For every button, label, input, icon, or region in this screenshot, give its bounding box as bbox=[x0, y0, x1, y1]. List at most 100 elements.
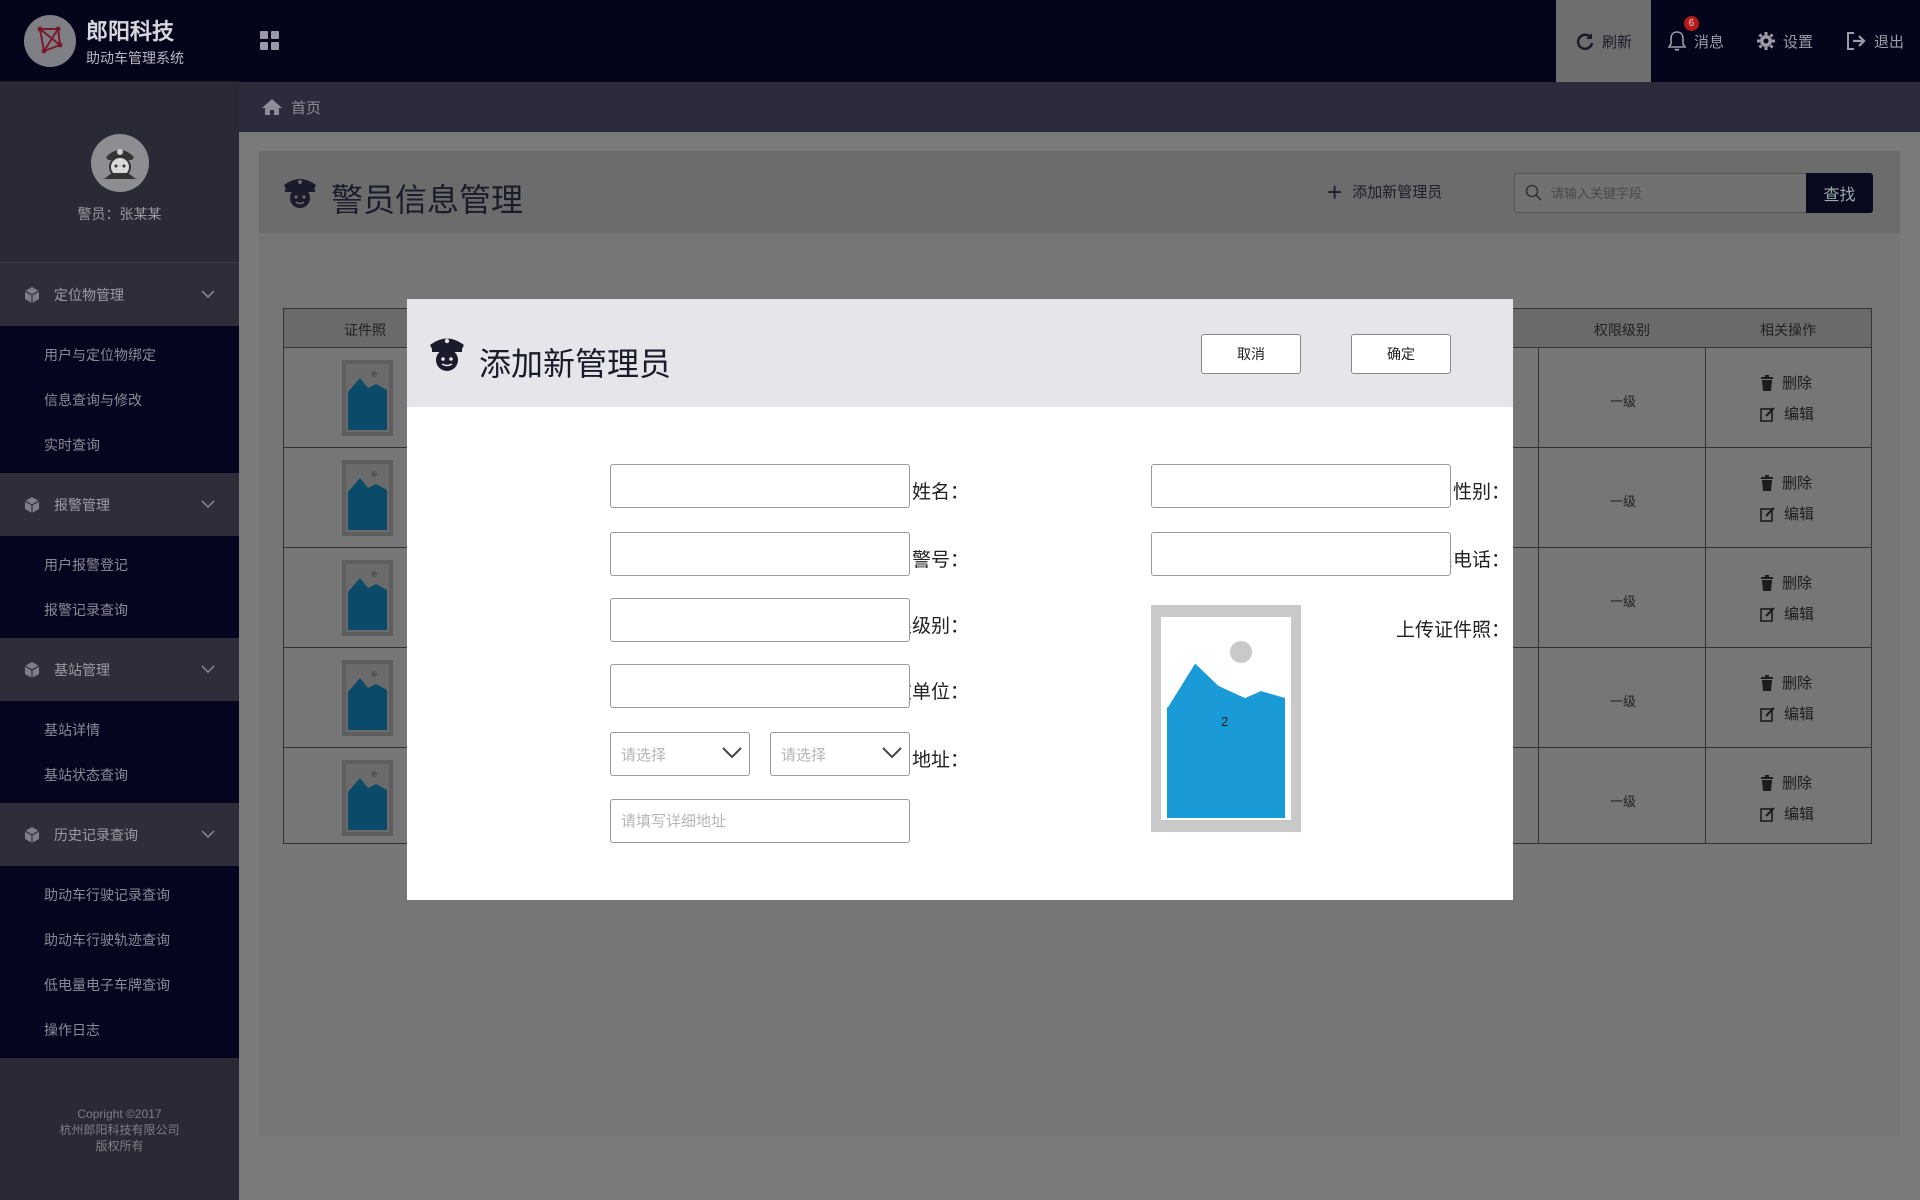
police-no-input[interactable] bbox=[611, 533, 909, 575]
chevron-down-icon bbox=[201, 665, 215, 674]
edit-button[interactable]: 编辑 bbox=[1760, 603, 1814, 624]
edit-button[interactable]: 编辑 bbox=[1760, 403, 1814, 424]
nav-item-station-status[interactable]: 基站状态查询 bbox=[0, 752, 239, 797]
search-input[interactable] bbox=[1551, 182, 1801, 204]
logout-button[interactable]: 退出 bbox=[1829, 0, 1920, 82]
delete-label: 删除 bbox=[1782, 775, 1813, 792]
nav-head-label: 定位物管理 bbox=[54, 286, 124, 303]
nav-item-info-query[interactable]: 信息查询与修改 bbox=[0, 377, 239, 422]
avatar[interactable] bbox=[90, 134, 149, 192]
image-placeholder-icon bbox=[348, 771, 387, 830]
th-photo: 证件照 bbox=[344, 322, 386, 338]
trash-icon bbox=[1761, 674, 1773, 691]
home-icon bbox=[262, 99, 282, 115]
level-cell: 一级 bbox=[1610, 694, 1637, 709]
nav-head-history[interactable]: 历史记录查询 bbox=[0, 803, 239, 866]
edit-icon bbox=[1760, 606, 1775, 622]
level-cell: 一级 bbox=[1610, 394, 1637, 409]
settings-button[interactable]: 设置 bbox=[1740, 0, 1829, 82]
copyright-line: 版权所有 bbox=[95, 1139, 144, 1153]
id-photo-thumbnail bbox=[342, 460, 393, 536]
search-button[interactable]: 查找 bbox=[1806, 173, 1873, 213]
city-select[interactable]: 请选择 bbox=[770, 732, 910, 776]
id-photo-thumbnail bbox=[342, 660, 393, 736]
nav-head-label: 报警管理 bbox=[54, 496, 110, 513]
phone-input[interactable] bbox=[1152, 533, 1450, 575]
edit-button[interactable]: 编辑 bbox=[1760, 503, 1814, 524]
add-admin-label: 添加新管理员 bbox=[1352, 184, 1443, 201]
nav-head-alarm[interactable]: 报警管理 bbox=[0, 473, 239, 536]
nav-head-label: 基站管理 bbox=[54, 661, 110, 678]
copyright-line: 杭州郎阳科技有限公司 bbox=[59, 1123, 180, 1137]
nav-group-station: 基站管理 基站详情 基站状态查询 bbox=[0, 638, 239, 803]
cancel-button[interactable]: 取消 bbox=[1201, 334, 1301, 374]
delete-label: 删除 bbox=[1782, 575, 1813, 592]
delete-button[interactable]: 删除 bbox=[1760, 372, 1812, 393]
phone-field[interactable] bbox=[1151, 532, 1451, 576]
unit-input[interactable] bbox=[611, 665, 909, 707]
province-select[interactable]: 请选择 bbox=[610, 732, 750, 776]
breadcrumb-home[interactable]: 首页 bbox=[291, 97, 321, 118]
nav-item-low-battery[interactable]: 低电量电子车牌查询 bbox=[0, 962, 239, 1007]
level-cell: 一级 bbox=[1610, 594, 1637, 609]
edit-label: 编辑 bbox=[1784, 806, 1815, 823]
plus-icon: + bbox=[1327, 176, 1343, 207]
nav-head-locator[interactable]: 定位物管理 bbox=[0, 263, 239, 326]
trash-icon bbox=[1761, 374, 1773, 391]
th-ops: 相关操作 bbox=[1760, 322, 1816, 338]
upload-photo-area[interactable]: 2 bbox=[1151, 605, 1301, 832]
bell-icon bbox=[1667, 31, 1687, 51]
nav-head-label: 历史记录查询 bbox=[54, 826, 138, 843]
edit-icon bbox=[1760, 506, 1775, 522]
level-cell: 一级 bbox=[1610, 494, 1637, 509]
delete-button[interactable]: 删除 bbox=[1760, 572, 1812, 593]
refresh-label: 刷新 bbox=[1601, 33, 1632, 51]
gender-field[interactable] bbox=[1151, 464, 1451, 508]
level-field[interactable] bbox=[610, 598, 910, 642]
nav-head-station[interactable]: 基站管理 bbox=[0, 638, 239, 701]
add-admin-button[interactable]: + 添加新管理员 bbox=[1327, 176, 1443, 207]
edit-button[interactable]: 编辑 bbox=[1760, 803, 1814, 824]
image-placeholder-icon bbox=[348, 471, 387, 530]
copyright-line: Copright ©2017 bbox=[77, 1107, 162, 1121]
nav-item-station-detail[interactable]: 基站详情 bbox=[0, 707, 239, 752]
delete-button[interactable]: 删除 bbox=[1760, 672, 1812, 693]
nav-item-alarm-register[interactable]: 用户报警登记 bbox=[0, 542, 239, 587]
user-name: 警员：张某某 bbox=[77, 206, 162, 222]
edit-button[interactable]: 编辑 bbox=[1760, 703, 1814, 724]
copyright: Copright ©2017 杭州郎阳科技有限公司 版权所有 bbox=[0, 1106, 239, 1154]
brand-logo bbox=[24, 14, 76, 67]
chevron-down-icon bbox=[722, 747, 742, 759]
trash-icon bbox=[1761, 574, 1773, 591]
delete-button[interactable]: 删除 bbox=[1760, 472, 1812, 493]
add-admin-modal: 添加新管理员 取消 确定 姓名： 警号： 权限级别： 所在单位： 地址： 请选择… bbox=[407, 299, 1513, 900]
level-input[interactable] bbox=[611, 599, 909, 641]
chevron-down-icon bbox=[201, 500, 215, 509]
detail-address-field[interactable] bbox=[610, 799, 910, 843]
police-no-field[interactable] bbox=[610, 532, 910, 576]
network-logo-icon bbox=[37, 26, 63, 53]
grid-menu-icon[interactable] bbox=[259, 30, 281, 52]
nav-item-operation-log[interactable]: 操作日志 bbox=[0, 1007, 239, 1052]
name-field[interactable] bbox=[610, 464, 910, 508]
nav-item-drive-records[interactable]: 助动车行驶记录查询 bbox=[0, 872, 239, 917]
cube-icon bbox=[24, 496, 40, 513]
nav-item-realtime-query[interactable]: 实时查询 bbox=[0, 422, 239, 467]
modal-header: 添加新管理员 取消 确定 bbox=[407, 299, 1513, 407]
cube-icon bbox=[24, 286, 40, 303]
nav-item-user-locator-bind[interactable]: 用户与定位物绑定 bbox=[0, 332, 239, 377]
unit-field[interactable] bbox=[610, 664, 910, 708]
refresh-button[interactable]: 刷新 bbox=[1555, 0, 1651, 82]
image-placeholder-icon bbox=[348, 671, 387, 730]
gender-input[interactable] bbox=[1152, 465, 1450, 507]
nav-item-drive-track[interactable]: 助动车行驶轨迹查询 bbox=[0, 917, 239, 962]
delete-button[interactable]: 删除 bbox=[1760, 772, 1812, 793]
delete-label: 删除 bbox=[1782, 475, 1813, 492]
messages-button[interactable]: 6 消息 bbox=[1651, 0, 1740, 82]
nav-item-alarm-records[interactable]: 报警记录查询 bbox=[0, 587, 239, 632]
detail-address-input[interactable] bbox=[611, 800, 909, 842]
name-input[interactable] bbox=[611, 465, 909, 507]
confirm-button[interactable]: 确定 bbox=[1351, 334, 1451, 374]
nav-group-locator: 定位物管理 用户与定位物绑定 信息查询与修改 实时查询 bbox=[0, 263, 239, 473]
image-placeholder-icon bbox=[348, 371, 387, 430]
